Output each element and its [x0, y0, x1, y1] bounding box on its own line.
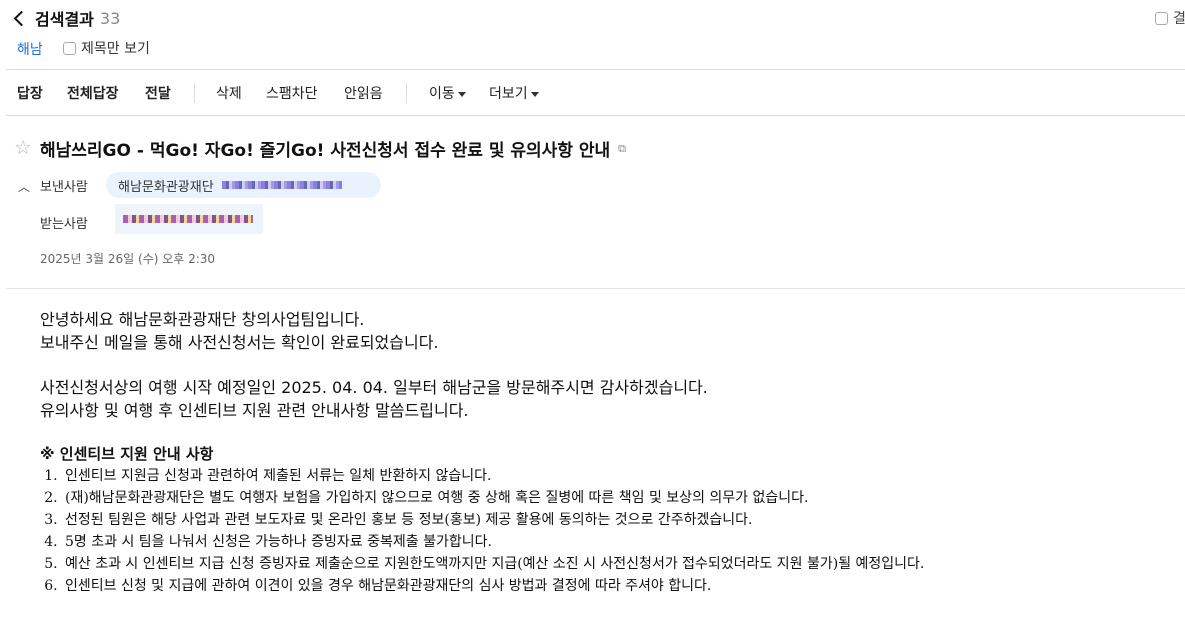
notice-title: ※ 인센티브 지원 안내 사항: [40, 445, 214, 463]
from-label: 보낸사람: [40, 180, 88, 195]
back-label: 검색결과: [35, 10, 94, 29]
open-new-window-icon[interactable]: ⧉: [618, 142, 626, 156]
result-count: 33: [99, 8, 121, 28]
subject-text: 해남쓰리GO - 먹Go! 자Go! 즐기Go! 사전신청서 접수 완료 및 유…: [40, 141, 611, 161]
list-item: 인센티브 신청 및 지급에 관하여 이견이 있을 경우 해남문화관광재단의 심사…: [62, 575, 1180, 597]
mail-subject: 해남쓰리GO - 먹Go! 자Go! 즐기Go! 사전신청서 접수 완료 및 유…: [40, 136, 626, 161]
chevron-left-icon: [13, 10, 30, 27]
notice-list: 인센티브 지원금 신청과 관련하여 제출된 서류는 일체 반환하지 않습니다. …: [40, 465, 1180, 597]
list-item: 선정된 팀원은 해당 사업과 관련 보도자료 및 온라인 홍보 등 정보(홍보)…: [62, 509, 1180, 531]
mark-unread-button[interactable]: 안읽음: [344, 83, 383, 103]
recipient-chip[interactable]: [115, 204, 263, 234]
more-dropdown[interactable]: 더보기: [489, 83, 539, 103]
list-item: 예산 초과 시 인센티브 지급 신청 증빙자료 제출순으로 지원한도액까지만 지…: [62, 553, 1180, 575]
mail-date: 2025년 3월 26일 (수) 오후 2:30: [40, 252, 216, 266]
checkbox-icon: [1155, 11, 1168, 25]
top-right-option[interactable]: 결: [1155, 8, 1185, 28]
mail-body: 안녕하세요 해남문화관광재단 창의사업팀입니다. 보내주신 메일을 통해 사전신…: [40, 308, 1180, 597]
divider: [6, 69, 1185, 70]
reply-button[interactable]: 답장: [17, 83, 43, 103]
delete-button[interactable]: 삭제: [216, 83, 242, 103]
move-dropdown[interactable]: 이동: [429, 83, 466, 103]
toolbar-divider: [406, 83, 407, 103]
body-line: 보내주신 메일을 통해 사전신청서는 확인이 완료되었습니다.: [40, 333, 439, 352]
forward-button[interactable]: 전달: [145, 83, 171, 103]
collapse-header-icon[interactable]: ︿: [18, 178, 30, 195]
reply-all-button[interactable]: 전체답장: [67, 83, 119, 103]
block-spam-button[interactable]: 스팸차단: [266, 83, 318, 103]
caret-down-icon: [530, 91, 539, 97]
caret-down-icon: [457, 91, 466, 97]
back-to-search-results[interactable]: 검색결과 33: [13, 6, 121, 30]
redacted-email: [221, 181, 342, 189]
title-only-label: 제목만 보기: [81, 41, 150, 57]
toolbar-divider: [194, 83, 195, 103]
star-icon[interactable]: ☆: [14, 135, 32, 159]
to-label: 받는사람: [40, 217, 88, 232]
list-item: 인센티브 지원금 신청과 관련하여 제출된 서류는 일체 반환하지 않습니다.: [62, 465, 1180, 487]
list-item: (재)해남문화관광재단은 별도 여행자 보험을 가입하지 않으므로 여행 중 상…: [62, 487, 1180, 509]
title-only-checkbox[interactable]: 제목만 보기: [63, 38, 150, 58]
checkbox-icon: [63, 41, 76, 55]
more-label: 더보기: [489, 86, 528, 102]
redacted-email: [123, 215, 253, 223]
body-line: 유의사항 및 여행 후 인센티브 지원 관련 안내사항 말씀드립니다.: [40, 401, 469, 420]
sender-chip[interactable]: 해남문화관광재단: [106, 172, 381, 198]
top-right-label: 결: [1173, 11, 1185, 27]
divider: [6, 288, 1185, 289]
list-item: 5명 초과 시 팀을 나눠서 신청은 가능하나 증빙자료 중복제출 불가합니다.: [62, 531, 1180, 553]
sender-name: 해남문화관광재단: [118, 179, 214, 195]
move-label: 이동: [429, 86, 455, 102]
body-line: 안녕하세요 해남문화관광재단 창의사업팀입니다.: [40, 310, 365, 329]
search-keyword: 해남: [17, 42, 43, 58]
divider: [6, 115, 1185, 116]
body-line: 사전신청서상의 여행 시작 예정일인 2025. 04. 04. 일부터 해남군…: [40, 378, 708, 397]
